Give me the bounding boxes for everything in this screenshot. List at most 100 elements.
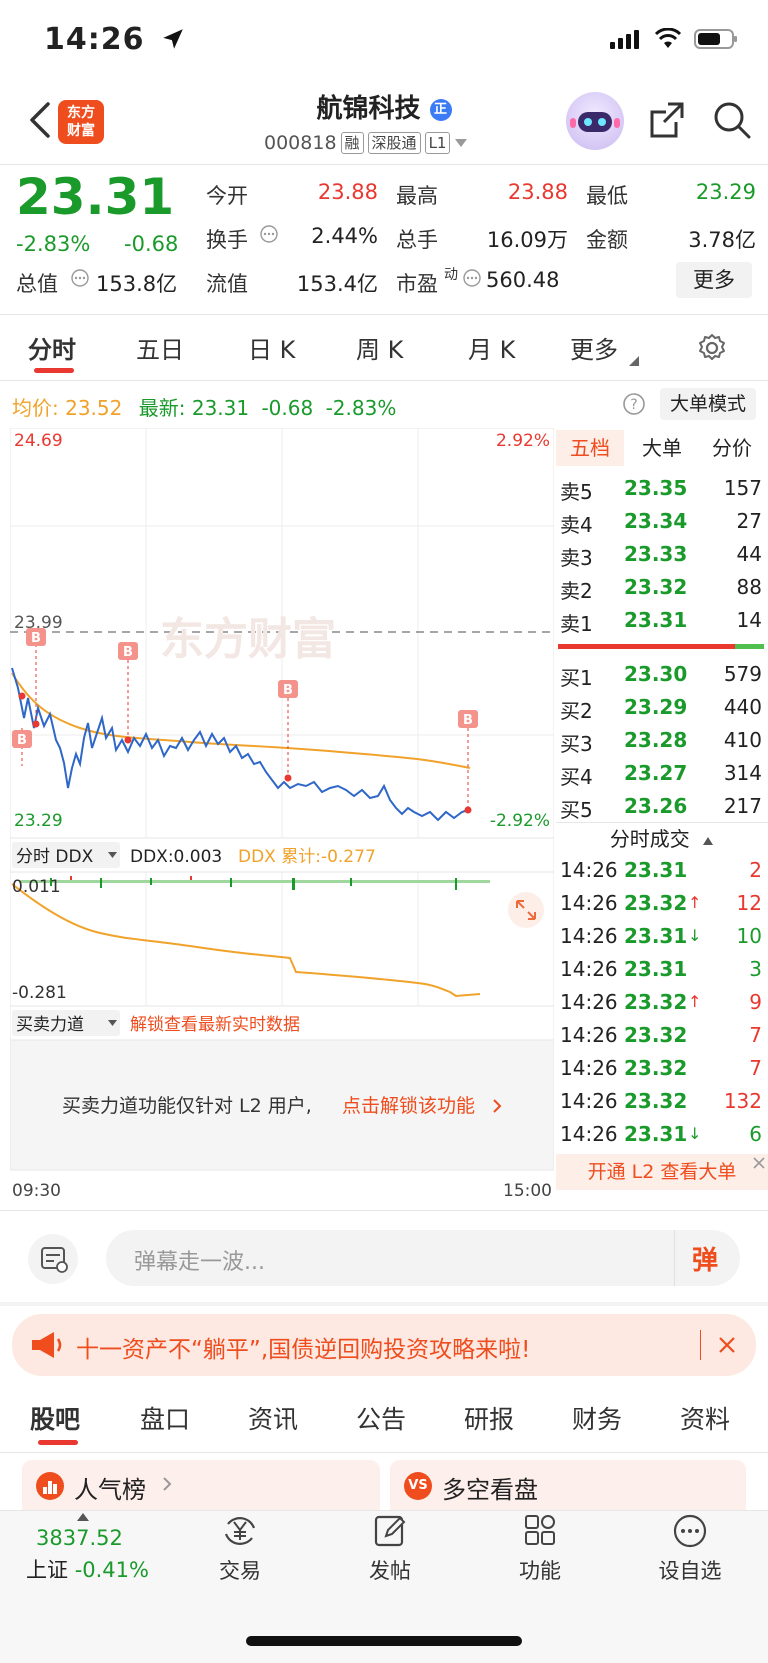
ask-volume: 14: [736, 608, 762, 632]
nav-add-watchlist[interactable]: 设自选: [640, 1512, 740, 1585]
index-value: 3837.52: [36, 1526, 123, 1550]
marker-b: B: [31, 631, 41, 646]
y-axis-mid-label: 23.99: [14, 613, 63, 633]
quote-label: 换手: [206, 228, 248, 252]
quote-value-amount: 3.78亿: [688, 228, 756, 252]
tab-research[interactable]: 研报: [464, 1400, 514, 1436]
ai-assistant-icon[interactable]: [566, 92, 624, 150]
bid-row: 买4 23.27 314: [556, 761, 762, 791]
promo-banner[interactable]: 十一资产不“躺平”,国债逆回购投资攻略来啦!: [12, 1314, 756, 1376]
verified-badge-icon: 正: [429, 98, 452, 121]
divider: [0, 164, 768, 165]
price-line: [11, 667, 469, 822]
tag-level: L1: [424, 132, 451, 154]
tick-time: 14:26: [560, 1056, 618, 1080]
quote-value-volume: 16.09万: [486, 228, 568, 252]
settings-gear-icon[interactable]: [696, 332, 728, 364]
tick-row: 14:26 23.32 7: [556, 1023, 762, 1053]
bid-label: 买1: [560, 666, 593, 690]
tick-row: 14:26 23.31 3: [556, 957, 762, 987]
expand-icon[interactable]: [508, 892, 544, 928]
tab-profile[interactable]: 资料: [680, 1400, 730, 1436]
tab-forum[interactable]: 股吧: [30, 1400, 80, 1436]
marker-b: B: [123, 645, 133, 660]
ask-volume: 27: [736, 509, 762, 533]
index-name: 上证: [26, 1558, 68, 1582]
tab-week-k[interactable]: 周 K: [356, 330, 403, 365]
force-unlock-link[interactable]: 点击解锁该功能: [342, 1095, 475, 1117]
tab-big-order[interactable]: 大单: [628, 430, 696, 466]
ask-volume: 157: [723, 476, 762, 500]
divider: [0, 314, 768, 315]
tick-price: 23.32: [624, 990, 688, 1014]
tab-intraday[interactable]: 分时: [28, 330, 76, 365]
force-unlock-hint[interactable]: 解锁查看最新实时数据: [130, 1015, 300, 1035]
bid-row: 买3 23.28 410: [556, 728, 762, 758]
ticks-header[interactable]: 分时成交: [556, 824, 768, 854]
nav-add-watchlist-label: 设自选: [658, 1559, 722, 1583]
close-icon[interactable]: [718, 1336, 736, 1354]
quote-label: 今开: [206, 184, 248, 208]
close-icon[interactable]: [752, 1156, 766, 1170]
info-dots-icon[interactable]: [462, 268, 482, 288]
info-dots-icon[interactable]: [259, 224, 279, 244]
ddx-selector-label: 分时 DDX: [16, 847, 94, 867]
tab-five-day[interactable]: 五日: [136, 330, 184, 365]
tab-active-indicator: [38, 1440, 78, 1445]
l2-upgrade-banner[interactable]: 开通 L2 查看大单: [556, 1154, 768, 1190]
tab-announcements[interactable]: 公告: [356, 1400, 406, 1436]
quote-label: 总手: [396, 228, 438, 252]
bid-row: 买1 23.30 579: [556, 662, 762, 692]
tab-order-book[interactable]: 盘口: [140, 1400, 190, 1436]
x-axis-end: 15:00: [503, 1181, 552, 1201]
ask-row: 卖3 23.33 44: [556, 542, 762, 572]
more-dots-icon: [673, 1514, 707, 1548]
ask-label: 卖2: [560, 579, 593, 603]
danmaku-send-button[interactable]: 弹: [692, 1240, 718, 1277]
vs-icon: VS: [404, 1472, 432, 1500]
danmaku-settings-icon[interactable]: [28, 1234, 78, 1284]
signal-icon: [610, 30, 639, 49]
expand-up-icon[interactable]: [76, 1512, 90, 1522]
nav-post[interactable]: 发帖: [340, 1512, 440, 1585]
bid-volume: 440: [723, 695, 762, 719]
tab-finance[interactable]: 财务: [572, 1400, 622, 1436]
tick-time: 14:26: [560, 891, 618, 915]
latest-label: 最新:: [138, 396, 186, 420]
quote-value-open: 23.88: [317, 180, 378, 204]
nav-trade[interactable]: 交易: [190, 1512, 290, 1585]
big-order-mode-button[interactable]: 大单模式: [660, 388, 756, 420]
divider: [0, 1452, 768, 1453]
l2-banner-text: 开通 L2 查看大单: [587, 1161, 737, 1183]
help-icon[interactable]: ?: [622, 392, 646, 416]
edit-post-icon: [374, 1515, 406, 1547]
bid-volume: 217: [723, 794, 762, 818]
bid-price: 23.28: [624, 728, 688, 752]
more-button[interactable]: 更多: [676, 262, 752, 298]
bid-volume: 579: [723, 662, 762, 686]
tab-news[interactable]: 资讯: [248, 1400, 298, 1436]
quote-value-pe: 560.48: [486, 268, 560, 292]
tick-volume: 2: [749, 858, 762, 882]
search-icon[interactable]: [712, 100, 752, 140]
tab-active-indicator: [34, 368, 74, 373]
tab-day-k[interactable]: 日 K: [248, 330, 295, 365]
index-ticker[interactable]: 3837.52 上证 -0.41%: [26, 1526, 166, 1584]
tab-price-distribution[interactable]: 分价: [696, 430, 768, 466]
battery-icon: [694, 29, 737, 49]
card-long-short[interactable]: VS 多空看盘: [390, 1460, 746, 1510]
card-popularity[interactable]: 人气榜: [22, 1460, 380, 1510]
stock-code-row[interactable]: 000818 融 深股通 L1: [264, 132, 468, 154]
info-dots-icon[interactable]: [70, 268, 90, 288]
nav-functions[interactable]: 功能: [490, 1512, 590, 1585]
tick-price: 23.31: [624, 924, 688, 948]
danmaku-input[interactable]: 弹幕走一波... 弹: [106, 1230, 740, 1286]
bid-label: 买3: [560, 732, 593, 756]
tab-more[interactable]: 更多: [570, 330, 618, 365]
home-indicator: [246, 1636, 522, 1646]
pe-superscript: 动: [444, 267, 458, 283]
intraday-chart[interactable]: 东方财富 B B B B B 24.69 2.92% 23.99 23.29 -…: [10, 428, 554, 1206]
share-icon[interactable]: [648, 100, 688, 140]
tab-five-level[interactable]: 五档: [556, 430, 624, 466]
tab-month-k[interactable]: 月 K: [468, 330, 515, 365]
